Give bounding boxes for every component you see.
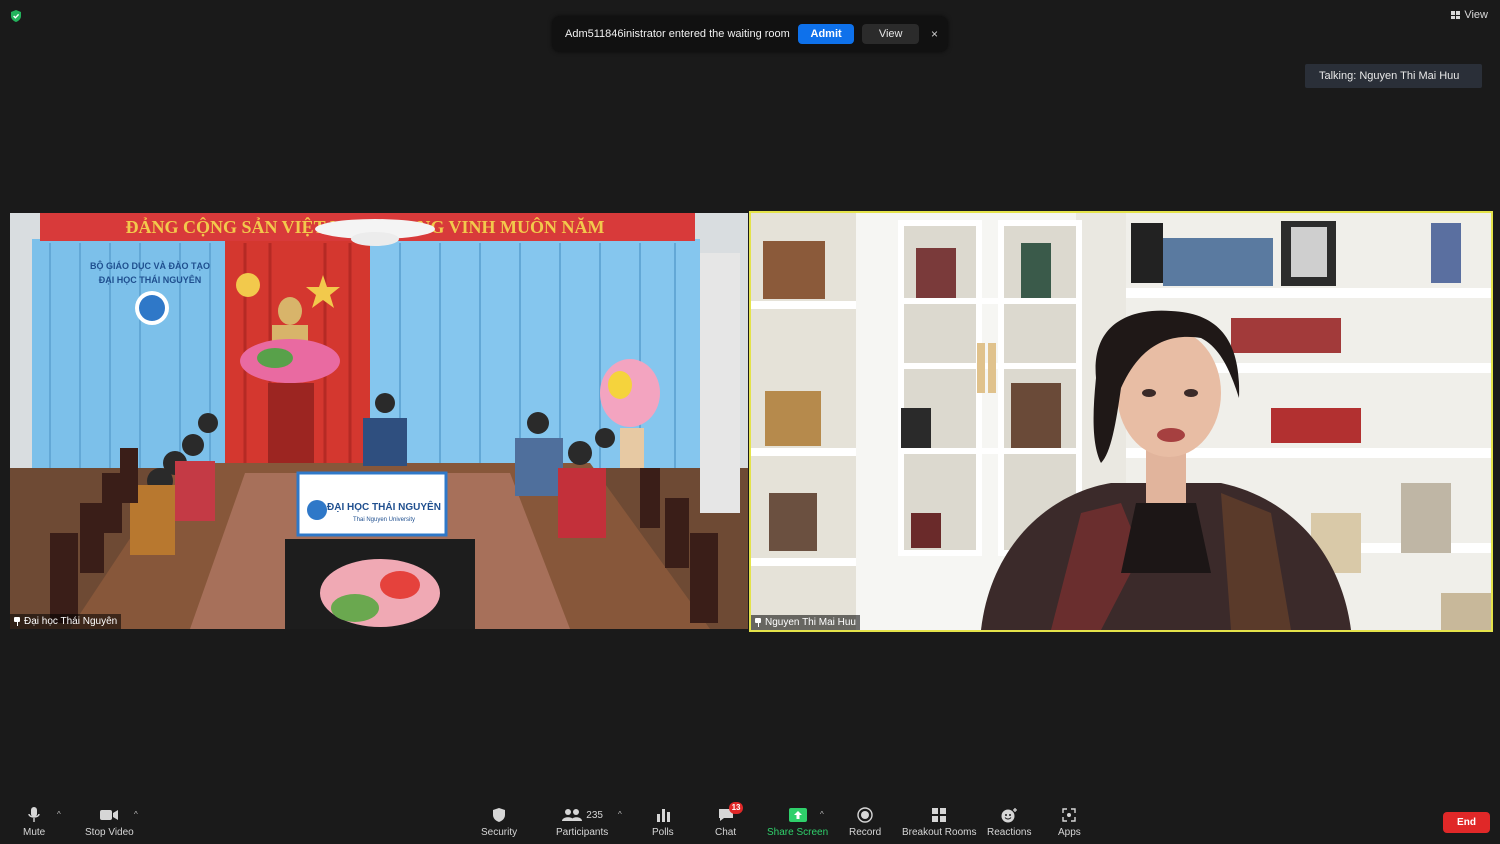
security-label: Security xyxy=(481,827,518,838)
chat-label: Chat xyxy=(715,827,737,838)
video-tile-nguyen-thi-mai-huu[interactable]: Nguyen Thi Mai Huu xyxy=(749,211,1493,632)
wall-text-university: ĐẠI HỌC THÁI NGUYÊN xyxy=(99,274,202,285)
meeting-security-shield-icon[interactable] xyxy=(9,9,23,23)
waiting-room-notification: Adm511846inistrator entered the waiting … xyxy=(552,16,948,52)
mute-button[interactable]: Mute xyxy=(23,806,45,838)
share-screen-arrow-icon xyxy=(788,808,807,822)
participants-button[interactable]: 235 Participants xyxy=(556,806,608,838)
polls-bar-icon xyxy=(656,809,670,822)
audio-options-chevron-up-icon[interactable]: ^ xyxy=(57,810,61,819)
front-sign-title: ĐẠI HỌC THÁI NGUYÊN xyxy=(327,500,441,513)
chat-unread-badge: 13 xyxy=(728,802,744,814)
waiting-room-message: Adm511846inistrator entered the waiting … xyxy=(565,28,790,40)
polls-label: Polls xyxy=(652,827,674,838)
participants-icon xyxy=(562,809,583,821)
pin-icon xyxy=(755,618,761,627)
video-camera-icon xyxy=(100,810,119,820)
participants-count: 235 xyxy=(586,809,603,821)
apps-icon xyxy=(1062,808,1077,822)
conference-room-video: ĐẢNG CỘNG SẢN VIỆT NAM QUANG VINH MUÔN N… xyxy=(10,213,748,629)
record-label: Record xyxy=(849,827,882,838)
video-options-chevron-up-icon[interactable]: ^ xyxy=(134,810,138,819)
chat-button[interactable]: 13 Chat xyxy=(715,802,744,838)
apps-button[interactable]: Apps xyxy=(1058,806,1081,838)
participants-label: Participants xyxy=(556,827,609,838)
breakout-rooms-grid-icon xyxy=(932,808,947,822)
record-icon xyxy=(857,807,873,823)
talking-indicator: Talking: Nguyen Thi Mai Huu xyxy=(1305,64,1482,88)
video-tile-dai-hoc-thai-nguyen[interactable]: ĐẢNG CỘNG SẢN VIỆT NAM QUANG VINH MUÔN N… xyxy=(10,213,748,629)
participants-options-chevron-up-icon[interactable]: ^ xyxy=(618,810,622,819)
share-options-chevron-up-icon[interactable]: ^ xyxy=(820,810,824,819)
breakout-rooms-label: Breakout Rooms xyxy=(902,827,977,838)
view-menu-label: View xyxy=(1464,9,1488,21)
record-button[interactable]: Record xyxy=(849,806,881,838)
view-waiting-room-button[interactable]: View xyxy=(862,24,919,44)
wall-text-ministry: BỘ GIÁO DỤC VÀ ĐÀO TẠO xyxy=(90,260,210,271)
reactions-button[interactable]: Reactions xyxy=(987,806,1031,838)
stop-video-label: Stop Video xyxy=(85,827,134,838)
mute-label: Mute xyxy=(23,827,46,838)
polls-button[interactable]: Polls xyxy=(652,806,674,838)
apps-label: Apps xyxy=(1058,827,1081,838)
participant-name: Nguyen Thi Mai Huu xyxy=(765,617,856,628)
share-screen-label: Share Screen xyxy=(767,827,829,838)
close-icon[interactable]: × xyxy=(931,27,938,41)
stop-video-button[interactable]: Stop Video xyxy=(85,806,134,838)
meeting-controls-toolbar: Mute ^ Stop Video ^ Security 235 Partici xyxy=(0,800,1500,844)
view-menu-button[interactable]: View xyxy=(1451,9,1488,21)
admit-button[interactable]: Admit xyxy=(797,24,855,44)
participant-name-tag: Nguyen Thi Mai Huu xyxy=(751,615,860,630)
gallery-view-icon xyxy=(1451,11,1461,19)
participant-name-tag: Đại học Thái Nguyên xyxy=(10,614,122,629)
reactions-smiley-icon xyxy=(1001,808,1018,823)
end-meeting-button[interactable]: End xyxy=(1443,812,1490,833)
reactions-label: Reactions xyxy=(987,827,1032,838)
participant-name: Đại học Thái Nguyên xyxy=(24,616,118,627)
security-button[interactable]: Security xyxy=(481,806,517,838)
front-sign-subtitle: Thai Nguyen University xyxy=(353,517,415,523)
microphone-icon xyxy=(28,807,40,822)
breakout-rooms-button[interactable]: Breakout Rooms xyxy=(902,806,976,838)
share-screen-button[interactable]: Share Screen xyxy=(767,806,828,838)
home-office-video xyxy=(751,213,1491,630)
security-shield-icon xyxy=(493,808,506,822)
pin-icon xyxy=(14,617,20,626)
